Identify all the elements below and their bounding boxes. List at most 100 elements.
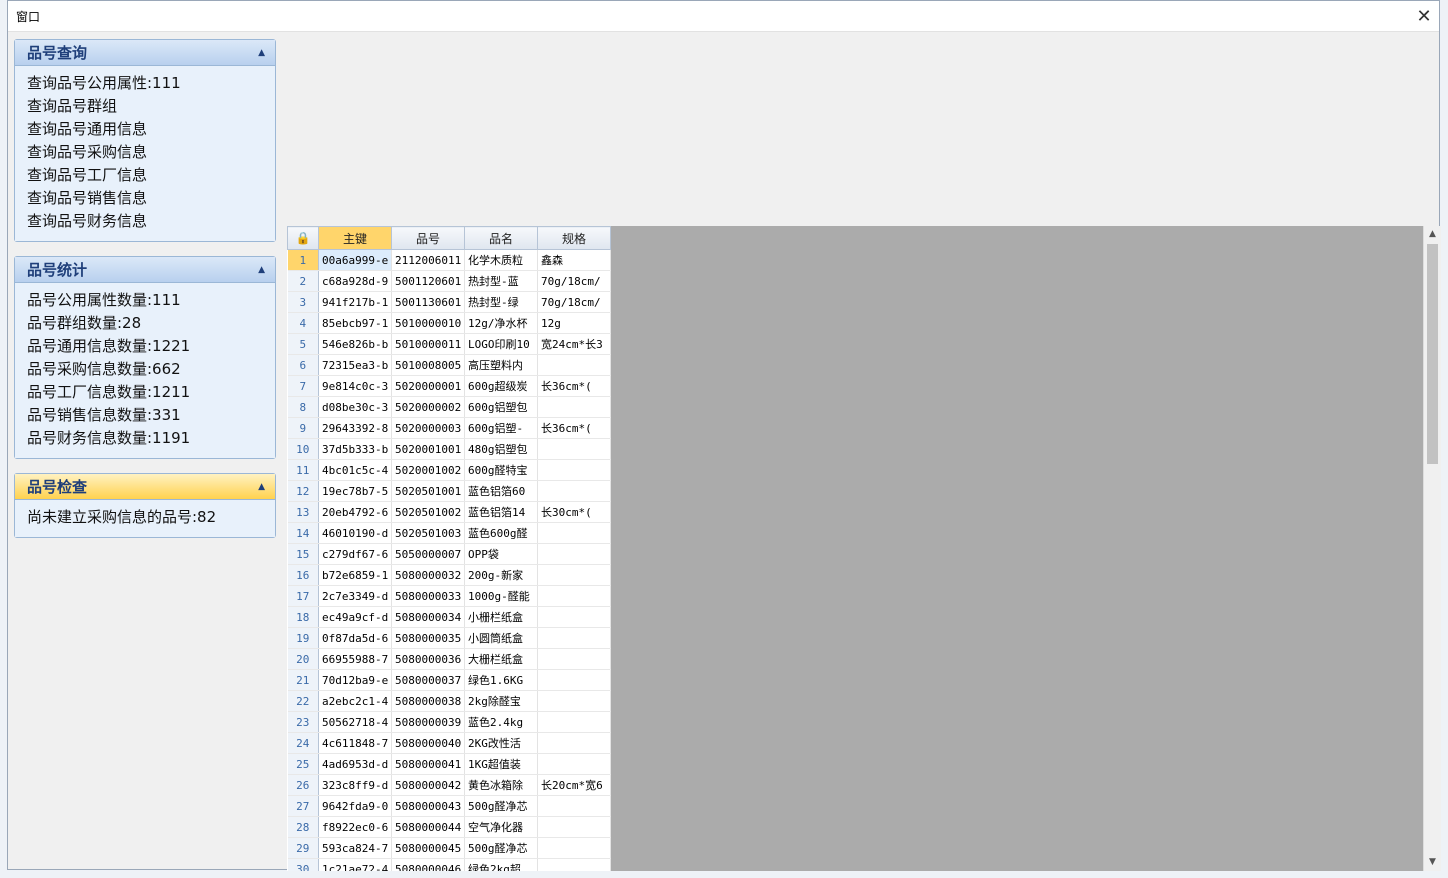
scroll-up-icon[interactable]: ▲ — [1424, 226, 1441, 243]
cell-item-name[interactable]: 1000g-醛能 — [464, 585, 538, 607]
cell-key[interactable]: 46010190-d — [318, 522, 392, 544]
select-all-lock-icon[interactable]: 🔒 — [287, 226, 319, 250]
table-row[interactable]: 13 20eb4792-6 5020501002 蓝色铝箔14 长30cm*( — [287, 501, 611, 523]
row-number[interactable]: 28 — [287, 816, 319, 838]
cell-item-no[interactable]: 5080000044 — [391, 816, 465, 838]
cell-item-no[interactable]: 5080000043 — [391, 795, 465, 817]
cell-spec[interactable]: 鑫森 — [537, 249, 611, 271]
nav-link-item[interactable]: 品号群组数量:28 — [27, 312, 263, 335]
cell-spec[interactable] — [537, 564, 611, 586]
row-number[interactable]: 25 — [287, 753, 319, 775]
cell-item-name[interactable]: 小栅栏纸盒 — [464, 606, 538, 628]
cell-item-name[interactable]: 600g铝塑包 — [464, 396, 538, 418]
cell-spec[interactable] — [537, 732, 611, 754]
cell-spec[interactable] — [537, 837, 611, 859]
cell-item-name[interactable]: 600g醛特宝 — [464, 459, 538, 481]
row-number[interactable]: 1 — [287, 249, 319, 271]
cell-item-name[interactable]: 480g铝塑包 — [464, 438, 538, 460]
cell-item-name[interactable]: 大栅栏纸盒 — [464, 648, 538, 670]
cell-key[interactable]: 72315ea3-b — [318, 354, 392, 376]
cell-spec[interactable] — [537, 627, 611, 649]
cell-item-name[interactable]: 蓝色600g醛 — [464, 522, 538, 544]
cell-item-name[interactable]: OPP袋 — [464, 543, 538, 565]
row-number[interactable]: 4 — [287, 312, 319, 334]
cell-item-no[interactable]: 5020001002 — [391, 459, 465, 481]
row-number[interactable]: 7 — [287, 375, 319, 397]
cell-item-name[interactable]: 绿色1.6KG — [464, 669, 538, 691]
row-number[interactable]: 13 — [287, 501, 319, 523]
table-row[interactable]: 14 46010190-d 5020501003 蓝色600g醛 — [287, 522, 611, 544]
cell-item-no[interactable]: 5080000035 — [391, 627, 465, 649]
cell-spec[interactable]: 70g/18cm/ — [537, 270, 611, 292]
cell-key[interactable]: 37d5b333-b — [318, 438, 392, 460]
table-row[interactable]: 11 4bc01c5c-4 5020001002 600g醛特宝 — [287, 459, 611, 481]
cell-item-no[interactable]: 5080000045 — [391, 837, 465, 859]
cell-item-no[interactable]: 5001130601 — [391, 291, 465, 313]
nav-link-item[interactable]: 查询品号财务信息 — [27, 210, 263, 233]
table-row[interactable]: 1 00a6a999-e 2112006011 化学木质粒 鑫森 — [287, 249, 611, 271]
cell-key[interactable]: 941f217b-1 — [318, 291, 392, 313]
cell-item-no[interactable]: 5080000034 — [391, 606, 465, 628]
row-number[interactable]: 30 — [287, 858, 319, 871]
scroll-thumb[interactable] — [1427, 244, 1438, 464]
table-row[interactable]: 4 85ebcb97-1 5010000010 12g/净水杯 12g — [287, 312, 611, 334]
cell-spec[interactable]: 长20cm*宽6 — [537, 774, 611, 796]
cell-key[interactable]: 4ad6953d-d — [318, 753, 392, 775]
cell-item-name[interactable]: 空气净化器 — [464, 816, 538, 838]
cell-key[interactable]: d08be30c-3 — [318, 396, 392, 418]
nav-link-item[interactable]: 品号销售信息数量:331 — [27, 404, 263, 427]
cell-key[interactable]: 593ca824-7 — [318, 837, 392, 859]
table-row[interactable]: 25 4ad6953d-d 5080000041 1KG超值装 — [287, 753, 611, 775]
cell-item-name[interactable]: 2KG改性活 — [464, 732, 538, 754]
cell-key[interactable]: 9642fda9-0 — [318, 795, 392, 817]
cell-key[interactable]: 4c611848-7 — [318, 732, 392, 754]
cell-item-no[interactable]: 5020000003 — [391, 417, 465, 439]
cell-key[interactable]: 9e814c0c-3 — [318, 375, 392, 397]
row-number[interactable]: 24 — [287, 732, 319, 754]
cell-key[interactable]: c68a928d-9 — [318, 270, 392, 292]
cell-item-name[interactable]: 蓝色铝箔60 — [464, 480, 538, 502]
cell-key[interactable]: ec49a9cf-d — [318, 606, 392, 628]
row-number[interactable]: 27 — [287, 795, 319, 817]
cell-spec[interactable]: 70g/18cm/ — [537, 291, 611, 313]
table-row[interactable]: 27 9642fda9-0 5080000043 500g醛净芯 — [287, 795, 611, 817]
cell-spec[interactable] — [537, 648, 611, 670]
cell-item-name[interactable]: 化学木质粒 — [464, 249, 538, 271]
nav-link-item[interactable]: 品号公用属性数量:111 — [27, 289, 263, 312]
table-row[interactable]: 28 f8922ec0-6 5080000044 空气净化器 — [287, 816, 611, 838]
cell-key[interactable]: 323c8ff9-d — [318, 774, 392, 796]
cell-key[interactable]: a2ebc2c1-4 — [318, 690, 392, 712]
cell-key[interactable]: 2c7e3349-d — [318, 585, 392, 607]
row-number[interactable]: 26 — [287, 774, 319, 796]
cell-spec[interactable]: 长36cm*( — [537, 375, 611, 397]
table-row[interactable]: 21 70d12ba9-e 5080000037 绿色1.6KG — [287, 669, 611, 691]
table-row[interactable]: 6 72315ea3-b 5010008005 高压塑料内 — [287, 354, 611, 376]
group-header[interactable]: 品号统计 ▲ — [15, 257, 275, 283]
row-number[interactable]: 10 — [287, 438, 319, 460]
table-row[interactable]: 24 4c611848-7 5080000040 2KG改性活 — [287, 732, 611, 754]
vertical-scrollbar[interactable]: ▲ ▼ — [1423, 226, 1441, 871]
cell-item-name[interactable]: 热封型-蓝 — [464, 270, 538, 292]
cell-key[interactable]: 66955988-7 — [318, 648, 392, 670]
cell-item-name[interactable]: 蓝色2.4kg — [464, 711, 538, 733]
row-number[interactable]: 12 — [287, 480, 319, 502]
cell-item-no[interactable]: 5080000046 — [391, 858, 465, 871]
table-row[interactable]: 29 593ca824-7 5080000045 500g醛净芯 — [287, 837, 611, 859]
cell-item-no[interactable]: 2112006011 — [391, 249, 465, 271]
cell-spec[interactable] — [537, 858, 611, 871]
row-number[interactable]: 6 — [287, 354, 319, 376]
collapse-arrow-icon[interactable]: ▲ — [258, 482, 265, 492]
row-number[interactable]: 2 — [287, 270, 319, 292]
cell-spec[interactable] — [537, 606, 611, 628]
cell-item-no[interactable]: 5080000036 — [391, 648, 465, 670]
cell-key[interactable]: b72e6859-1 — [318, 564, 392, 586]
cell-item-no[interactable]: 5080000041 — [391, 753, 465, 775]
cell-key[interactable]: 00a6a999-e — [318, 249, 392, 271]
table-row[interactable]: 20 66955988-7 5080000036 大栅栏纸盒 — [287, 648, 611, 670]
cell-key[interactable]: 19ec78b7-5 — [318, 480, 392, 502]
cell-item-name[interactable]: 1KG超值装 — [464, 753, 538, 775]
cell-key[interactable]: 546e826b-b — [318, 333, 392, 355]
cell-item-no[interactable]: 5010000011 — [391, 333, 465, 355]
cell-spec[interactable] — [537, 711, 611, 733]
cell-item-name[interactable]: 600g超级炭 — [464, 375, 538, 397]
